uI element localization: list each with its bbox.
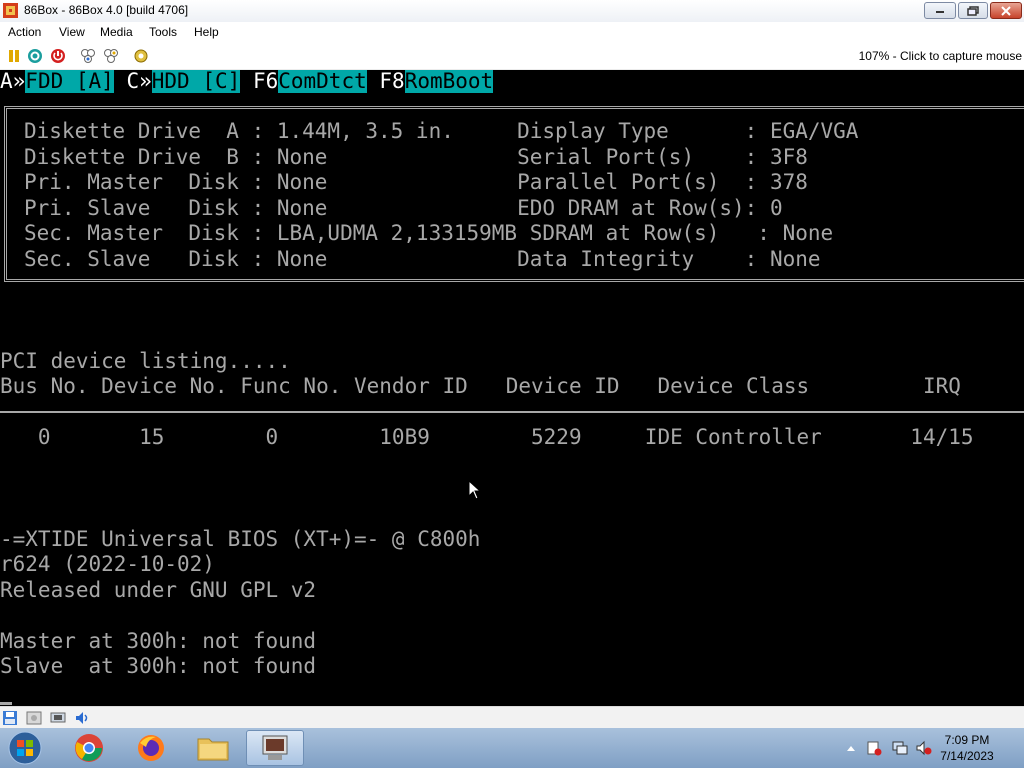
- config-row: Diskette Drive A : 1.44M, 3.5 in. Displa…: [24, 119, 859, 143]
- pci-divider: [0, 411, 1024, 413]
- taskbar-explorer[interactable]: [184, 730, 242, 766]
- taskbar-clock[interactable]: 7:09 PM 7/14/2023: [932, 732, 1002, 764]
- taskbar-chrome[interactable]: [60, 730, 118, 766]
- windows-start-icon: [8, 731, 42, 765]
- menu-view[interactable]: View: [59, 25, 85, 39]
- show-hidden-icons-icon[interactable]: [846, 744, 856, 752]
- xtide-banner: -=XTIDE Universal BIOS (XT+)=- @ C800h: [0, 527, 481, 551]
- floppy-icon[interactable]: [2, 710, 18, 726]
- hdd-icon[interactable]: [26, 710, 42, 726]
- status-bar: [0, 706, 1024, 729]
- title-bar: 86Box - 86Box 4.0 [build 4706]: [0, 0, 1024, 23]
- xtide-slave-status: Slave at 300h: not found: [0, 654, 317, 678]
- clock-date: 7/14/2023: [940, 749, 994, 763]
- window-title: 86Box - 86Box 4.0 [build 4706]: [24, 3, 189, 17]
- reset-icon[interactable]: [27, 48, 43, 64]
- xtide-license: Released under GNU GPL v2: [0, 578, 317, 602]
- restore-icon: [967, 5, 979, 16]
- restore-button[interactable]: [958, 2, 988, 19]
- hotkey-hdd-c: HDD [C]: [151, 70, 241, 93]
- config-row: Sec. Master Disk : LBA,UDMA 2,133159MB S…: [24, 221, 834, 245]
- pause-icon[interactable]: [6, 48, 22, 64]
- pci-header: Bus No. Device No. Func No. Vendor ID De…: [0, 374, 961, 398]
- hotkey-c-prefix: C»: [126, 70, 152, 93]
- hotkey-f6-key: F6: [252, 70, 279, 93]
- menu-help[interactable]: Help: [194, 25, 219, 39]
- hotkey-f8-key: F8: [379, 70, 405, 93]
- bios-hotkey-bar: A»FDD [A] C»HDD [C] F6ComDtct F8RomBoot: [0, 70, 494, 94]
- taskbar: 7:09 PM 7/14/2023: [0, 728, 1024, 768]
- 86box-app-icon: [3, 3, 18, 18]
- hotkey-a-prefix: A»: [0, 70, 26, 93]
- ctrl-alt-esc-icon[interactable]: [103, 48, 119, 64]
- firefox-icon: [138, 735, 164, 761]
- capture-mouse-hint[interactable]: 107% - Click to capture mouse: [859, 49, 1022, 63]
- pci-title: PCI device listing.....: [0, 349, 291, 373]
- 86box-icon: [262, 735, 288, 760]
- menu-action[interactable]: Action: [8, 25, 41, 39]
- config-row: Pri. Slave Disk : None EDO DRAM at Row(s…: [24, 196, 783, 220]
- config-row: Sec. Slave Disk : None Data Integrity : …: [24, 247, 821, 271]
- minimize-button[interactable]: [924, 2, 956, 19]
- volume-muted-icon[interactable]: [916, 740, 932, 756]
- mouse-pointer-icon: [468, 480, 482, 500]
- power-icon[interactable]: [50, 48, 66, 64]
- taskbar-86box[interactable]: [246, 730, 304, 766]
- hotkey-comdtct: ComDtct: [278, 70, 367, 93]
- emulator-screen[interactable]: A»FDD [A] C»HDD [C] F6ComDtct F8RomBoot …: [0, 70, 1024, 705]
- ctrl-alt-del-icon[interactable]: [80, 48, 96, 64]
- pci-row: 0 15 0 10B9 5229 IDE Controller 14/15: [0, 425, 974, 449]
- action-center-icon[interactable]: [866, 740, 882, 756]
- menu-media[interactable]: Media: [100, 25, 133, 39]
- menu-tools[interactable]: Tools: [149, 25, 177, 39]
- folder-icon: [197, 738, 229, 761]
- hotkey-fdd-a: FDD [A]: [25, 70, 114, 93]
- hotkey-romboot: RomBoot: [404, 70, 494, 93]
- sound-icon[interactable]: [74, 710, 90, 726]
- menu-bar: Action View Media Tools Help: [0, 22, 1024, 43]
- network-icon[interactable]: [50, 710, 66, 726]
- taskbar-firefox[interactable]: [122, 730, 180, 766]
- close-button[interactable]: [990, 2, 1022, 19]
- start-button[interactable]: [0, 730, 50, 766]
- toolbar: 107% - Click to capture mouse: [0, 43, 1024, 70]
- minimize-icon: [936, 10, 944, 13]
- config-row: Pri. Master Disk : None Parallel Port(s)…: [24, 170, 808, 194]
- config-row: Diskette Drive B : None Serial Port(s) :…: [24, 145, 808, 169]
- xtide-master-status: Master at 300h: not found: [0, 629, 317, 653]
- xtide-version: r624 (2022-10-02): [0, 552, 215, 576]
- network-tray-icon[interactable]: [892, 740, 908, 756]
- settings-icon[interactable]: [133, 48, 149, 64]
- clock-time: 7:09 PM: [944, 733, 990, 747]
- text-cursor: [0, 702, 12, 705]
- close-icon: [1001, 5, 1011, 16]
- chrome-icon: [75, 734, 103, 762]
